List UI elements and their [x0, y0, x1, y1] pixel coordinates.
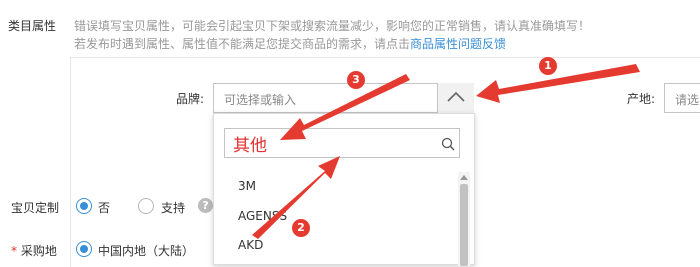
- annotation-arrows: [252, 64, 640, 239]
- annotation-badge-1: 1: [539, 57, 557, 75]
- annotation-badge-3: 3: [347, 71, 365, 89]
- annotation-badge-2: 2: [292, 219, 310, 237]
- annotation-arrow-1: [476, 64, 640, 103]
- annotation-arrow-3: [280, 74, 410, 140]
